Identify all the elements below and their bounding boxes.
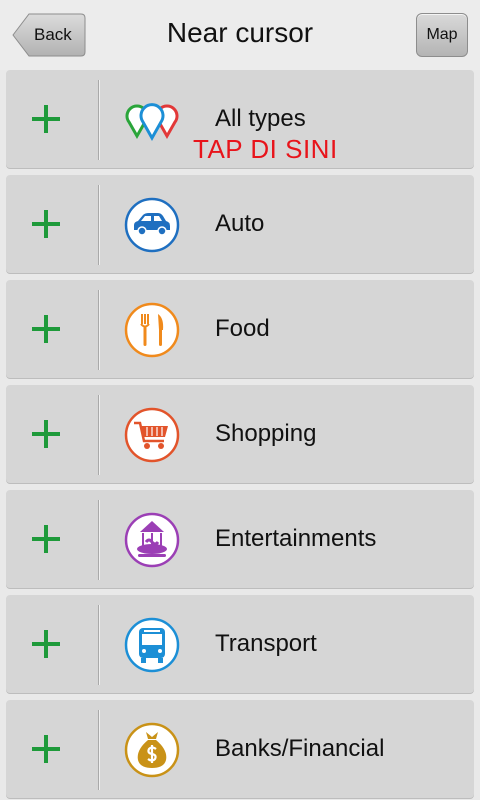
category-row-food[interactable]: Food [6, 280, 474, 378]
row-divider [98, 395, 99, 475]
add-transport-button[interactable] [30, 628, 62, 660]
add-banks-financial-button[interactable] [30, 733, 62, 765]
row-divider [98, 605, 99, 685]
category-row-all-types[interactable]: All types TAP DI SINI [6, 70, 474, 168]
row-divider [98, 290, 99, 370]
category-row-banks-financial[interactable]: Banks/Financial [6, 700, 474, 798]
category-label: All types [215, 105, 306, 132]
row-divider [98, 80, 99, 160]
category-label: Shopping [215, 420, 317, 447]
category-row-shopping[interactable]: Shopping [6, 385, 474, 483]
add-shopping-button[interactable] [30, 418, 62, 450]
category-row-transport[interactable]: Transport [6, 595, 474, 693]
page-title: Near cursor [166, 17, 314, 48]
category-row-entertainments[interactable]: Entertainments [6, 490, 474, 588]
map-pins-icon [125, 103, 179, 142]
category-label: Transport [215, 630, 317, 657]
map-button[interactable]: Map [416, 13, 468, 57]
category-label: Food [215, 315, 270, 342]
shopping-cart-icon [124, 407, 180, 463]
row-divider [98, 500, 99, 580]
carousel-icon [124, 512, 180, 568]
add-auto-button[interactable] [30, 208, 62, 240]
add-food-button[interactable] [30, 313, 62, 345]
header-bar: Back Near cursor Map [0, 0, 480, 70]
category-row-auto[interactable]: Auto [6, 175, 474, 273]
tap-here-annotation: TAP DI SINI [193, 134, 338, 164]
add-entertainments-button[interactable] [30, 523, 62, 555]
add-all-types-button[interactable] [30, 103, 62, 135]
category-label: Banks/Financial [215, 735, 385, 762]
car-icon [124, 197, 180, 253]
row-divider [98, 185, 99, 265]
fork-knife-icon [124, 302, 180, 358]
category-label: Auto [215, 210, 265, 237]
category-label: Entertainments [215, 525, 377, 552]
money-bag-icon [124, 722, 180, 778]
row-divider [98, 710, 99, 790]
bus-icon [124, 617, 180, 673]
